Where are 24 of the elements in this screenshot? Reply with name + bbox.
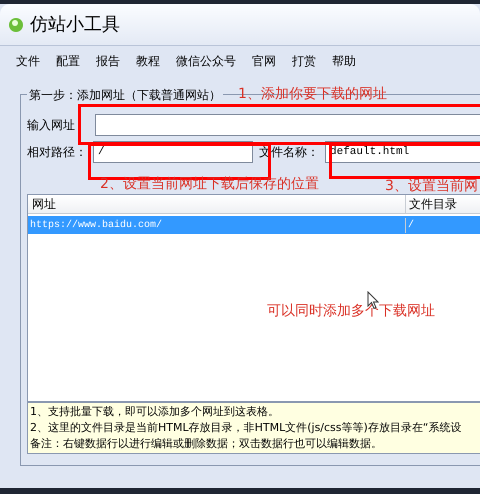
window-title: 仿站小工具 bbox=[30, 13, 120, 37]
table-cell: https://www.baidu.com/ bbox=[28, 218, 406, 232]
group-title: 第一步：添加网址（下载普通网站） bbox=[27, 86, 223, 104]
column-header[interactable]: 网址 bbox=[28, 195, 406, 213]
menu-item[interactable]: 配置 bbox=[50, 52, 90, 76]
url-input-field[interactable] bbox=[95, 114, 480, 136]
menu-item[interactable]: 文件 bbox=[10, 52, 50, 76]
field-label: 相对路径： bbox=[27, 144, 87, 161]
help-line: 2、这里的文件目录是当前HTML存放目录，非HTML文件(js/css等等)存放目录在“系统设 bbox=[30, 420, 463, 436]
menu-item[interactable]: 报告 bbox=[90, 52, 130, 76]
menu-item[interactable]: 教程 bbox=[130, 52, 170, 76]
menu-item[interactable]: 帮助 bbox=[326, 52, 366, 76]
column-header[interactable]: 文件目录 bbox=[406, 195, 457, 213]
app-icon bbox=[8, 16, 24, 32]
annotation-text: 3、设置当前网 bbox=[385, 177, 478, 196]
annotation-text: 1、添加你要下载的网址 bbox=[238, 85, 387, 104]
menu-item[interactable]: 打赏 bbox=[286, 52, 326, 76]
help-line: 1、支持批量下载，即可以添加多个网址到这表格。 bbox=[30, 404, 280, 420]
menu-item[interactable]: 官网 bbox=[246, 52, 286, 76]
table-cell-text: / bbox=[407, 218, 414, 232]
menu-item[interactable]: 微信公众号 bbox=[170, 52, 246, 76]
help-line: 备注：右键数据行以进行编辑或删除数据；双击数据行也可以编辑数据。 bbox=[30, 436, 383, 452]
field-label: 输入网址 bbox=[27, 117, 76, 134]
annotation-text: 2、设置当前网址下载后保存的位置 bbox=[100, 175, 319, 194]
